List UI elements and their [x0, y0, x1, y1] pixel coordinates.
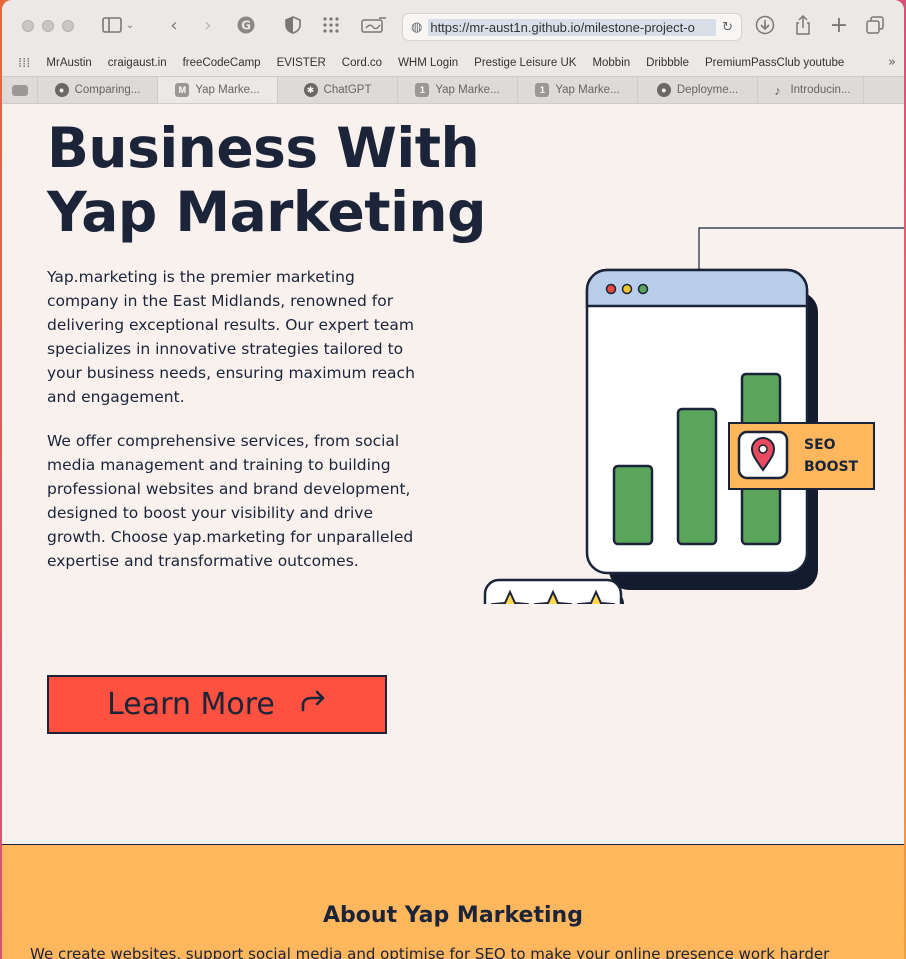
tab-label: Introducin... — [790, 84, 851, 96]
youtube-icon — [11, 84, 28, 96]
bookmarks-bar: ⁞⁞⁞ MrAustin craigaust.in freeCodeCamp E… — [2, 50, 904, 76]
one-favicon-icon: 1 — [415, 83, 430, 97]
about-text: We create websites, support social media… — [30, 945, 830, 959]
browser-toolbar: ⌄ ‹ › G ◍ https://mr-aust1n.github.io/mi… — [2, 0, 904, 50]
new-tab-icon[interactable]: + — [828, 13, 850, 38]
chevron-double-right-icon[interactable]: » — [888, 55, 896, 70]
hero-title: Business With Yap Marketing — [47, 116, 486, 244]
bookmark-item[interactable]: Dribbble — [646, 57, 689, 69]
bookmark-item[interactable]: Prestige Leisure UK — [474, 57, 576, 69]
tab-deployment[interactable]: ● Deployme... — [638, 77, 758, 103]
tab-bar: ● Comparing... M Yap Marke... ✱ ChatGPT … — [2, 76, 904, 104]
browser-window: ⌄ ‹ › G ◍ https://mr-aust1n.github.io/mi… — [2, 0, 904, 959]
svg-text:G: G — [241, 19, 251, 33]
hero-paragraph-1: Yap.marketing is the premier marketing c… — [47, 268, 415, 406]
tab-comparing[interactable]: ● Comparing... — [38, 77, 158, 103]
tab-introducing[interactable]: ♪ Introducin... — [758, 77, 864, 103]
share-icon[interactable] — [792, 14, 814, 36]
chatgpt-icon: ✱ — [303, 83, 318, 97]
close-window-button[interactable] — [22, 20, 34, 32]
share-arrow-icon — [299, 688, 327, 721]
url-text[interactable]: https://mr-aust1n.github.io/milestone-pr… — [428, 18, 717, 36]
reload-icon[interactable]: ↻ — [722, 20, 733, 35]
tab-label: ChatGPT — [323, 84, 372, 96]
about-section: About Yap Marketing We create websites, … — [2, 844, 904, 959]
signature-icon[interactable] — [360, 14, 388, 36]
sidebar-icon[interactable]: ⌄ — [100, 14, 136, 36]
hero-title-line-1: Business With — [47, 116, 480, 180]
shield-icon[interactable] — [282, 14, 304, 36]
bookmark-item[interactable]: craigaust.in — [108, 57, 167, 69]
tab-yap-marketing-active[interactable]: M Yap Marke... — [158, 77, 278, 103]
zoom-window-button[interactable] — [62, 20, 74, 32]
bookmark-item[interactable]: WHM Login — [398, 57, 458, 69]
red-dot-icon — [605, 283, 617, 295]
bookmark-item[interactable]: EVISTER — [277, 57, 326, 69]
yellow-dot-icon — [621, 283, 633, 295]
address-bar[interactable]: ◍ https://mr-aust1n.github.io/milestone-… — [402, 13, 742, 41]
seo-illustration: SEO BOOST — [483, 227, 904, 604]
learn-more-button[interactable]: Learn More — [47, 675, 387, 734]
m-favicon-icon: M — [175, 83, 190, 97]
tab-pinned-youtube[interactable] — [2, 77, 38, 103]
tiktok-icon: ♪ — [774, 82, 781, 98]
hero-title-line-2: Yap Marketing — [47, 180, 486, 244]
tab-label: Comparing... — [74, 84, 141, 96]
connector-line — [698, 227, 904, 270]
bar-medium — [676, 407, 718, 546]
download-icon[interactable] — [754, 14, 776, 36]
bookmark-item[interactable]: PremiumPassClub youtube — [705, 57, 844, 69]
forward-icon[interactable]: › — [198, 14, 218, 36]
about-heading: About Yap Marketing — [323, 903, 583, 928]
seo-badge-line-1: SEO — [804, 437, 836, 453]
tab-overview-icon[interactable] — [864, 14, 886, 36]
github-icon: ● — [54, 83, 69, 97]
github-icon: ● — [656, 83, 671, 97]
bookmarks-grid-icon[interactable]: ⁞⁞⁞ — [18, 56, 30, 71]
hero-paragraph-2: We offer comprehensive services, from so… — [47, 432, 414, 570]
tab-label: Yap Marke... — [555, 84, 620, 96]
bar-small — [612, 464, 654, 546]
bookmark-item[interactable]: Cord.co — [342, 57, 382, 69]
tab-yap-marketing-2[interactable]: 1 Yap Marke... — [398, 77, 518, 103]
green-dot-icon — [637, 283, 649, 295]
minimize-window-button[interactable] — [42, 20, 54, 32]
window-controls — [22, 20, 74, 32]
page-content: Business With Yap Marketing Yap.marketin… — [2, 104, 904, 959]
tab-label: Yap Marke... — [195, 84, 260, 96]
bookmark-item[interactable]: MrAustin — [46, 57, 91, 69]
tab-chatgpt[interactable]: ✱ ChatGPT — [278, 77, 398, 103]
tab-yap-marketing-3[interactable]: 1 Yap Marke... — [518, 77, 638, 103]
seo-badge-line-2: BOOST — [804, 459, 859, 475]
extensions-grid-icon[interactable] — [320, 14, 342, 36]
tab-label: Deployme... — [676, 84, 739, 96]
one-favicon-icon: 1 — [535, 83, 550, 97]
bookmark-item[interactable]: Mobbin — [592, 57, 630, 69]
learn-more-label: Learn More — [107, 687, 275, 722]
tab-label: Yap Marke... — [435, 84, 500, 96]
grammarly-icon[interactable]: G — [234, 14, 258, 36]
browser-window-header — [585, 268, 809, 308]
back-icon[interactable]: ‹ — [164, 14, 184, 36]
bookmark-item[interactable]: freeCodeCamp — [183, 57, 261, 69]
globe-icon: ◍ — [411, 19, 423, 35]
